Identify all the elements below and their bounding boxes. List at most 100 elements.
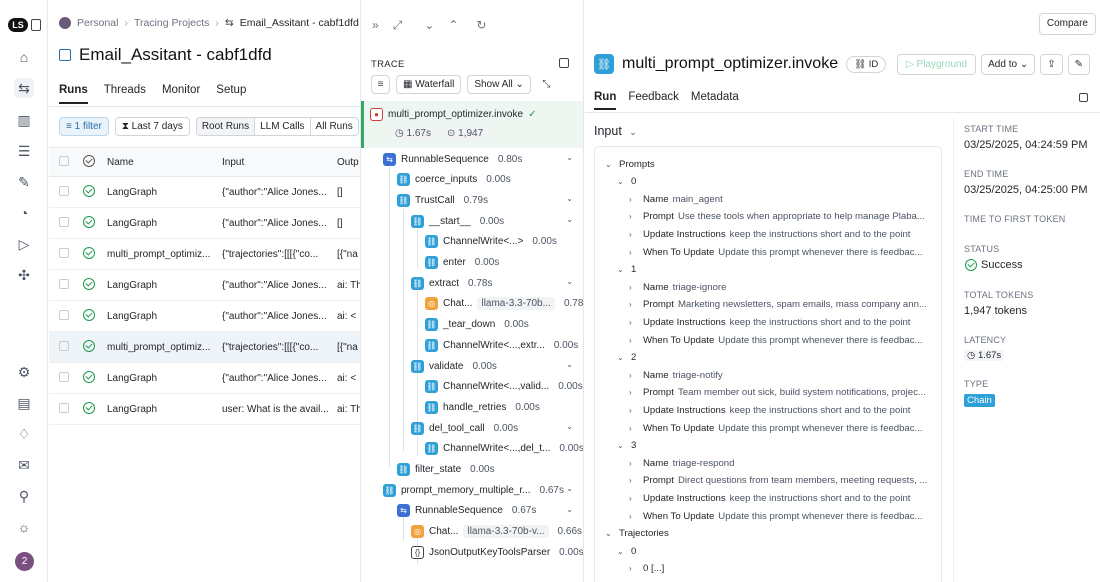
chevron-down-icon[interactable]: ⌄: [617, 177, 627, 186]
row-name[interactable]: LangGraph: [107, 176, 222, 208]
row-name[interactable]: LangGraph: [107, 207, 222, 239]
prompt-index-node[interactable]: ⌄ 3: [617, 437, 935, 455]
root-runs-option[interactable]: Root Runs: [196, 118, 256, 135]
user-avatar[interactable]: 2: [15, 552, 34, 571]
deployments-icon[interactable]: ✣: [14, 265, 34, 285]
chevron-down-icon[interactable]: ⌄: [566, 194, 573, 203]
add-to-button[interactable]: Add to ⌄: [981, 54, 1036, 75]
trace-node[interactable]: ⛓ coerce_inputs 0.00s: [397, 170, 511, 190]
column-header-name[interactable]: Name: [107, 147, 222, 177]
row-checkbox[interactable]: [59, 247, 69, 258]
prompt-index-node[interactable]: ⌄ 0: [617, 173, 935, 191]
prompt-field-prompt[interactable]: › Prompt Use these tools when appropriate …: [629, 208, 935, 226]
trajectory-index-node[interactable]: ⌄ 0: [617, 542, 935, 560]
trace-root-node[interactable]: ● multi_prompt_optimizer.invoke ✓ ◷ 1.67…: [361, 101, 583, 148]
prompt-field-when-to-update[interactable]: › When To Update Update this prompt whenev…: [629, 419, 935, 437]
prompt-field-name[interactable]: › Name triage-ignore: [629, 278, 935, 296]
show-all-dropdown[interactable]: Show All ⌄: [467, 75, 531, 94]
chevron-right-icon[interactable]: ›: [629, 318, 639, 327]
compare-button[interactable]: Compare: [1038, 13, 1096, 35]
trace-node[interactable]: ⛓ validate 0.00s: [411, 356, 497, 376]
prompt-field-prompt[interactable]: › Prompt Team member out sick, build syste…: [629, 384, 935, 402]
row-checkbox[interactable]: [59, 216, 69, 227]
chevron-right-icon[interactable]: ›: [629, 195, 639, 204]
column-header-input[interactable]: Input: [222, 147, 337, 177]
expand-icon[interactable]: ⤢: [393, 18, 403, 33]
annotation-icon[interactable]: ✎: [14, 172, 34, 192]
trace-node[interactable]: ⇆ RunnableSequence 0.67s: [397, 501, 536, 521]
row-name[interactable]: LangGraph: [107, 362, 222, 394]
prompt-field-update-instructions[interactable]: › Update Instructions keep the instruction…: [629, 313, 935, 331]
chevron-right-icon[interactable]: ›: [629, 476, 639, 485]
chevron-right-icon[interactable]: ›: [629, 424, 639, 433]
chevron-down-icon[interactable]: ⌄: [617, 547, 627, 556]
table-row[interactable]: LangGraph {"author":"Alice Jones... ai: <: [49, 300, 360, 332]
prompt-field-when-to-update[interactable]: › When To Update Update this prompt whenev…: [629, 507, 935, 525]
home-icon[interactable]: ⌂: [14, 47, 34, 67]
breadcrumb-section[interactable]: Tracing Projects: [134, 17, 209, 29]
chevron-down-icon[interactable]: ⌄: [605, 529, 615, 538]
date-range-button[interactable]: ⧗ Last 7 days: [114, 117, 190, 136]
row-name[interactable]: multi_prompt_optimiz...: [107, 331, 222, 363]
row-checkbox[interactable]: [59, 371, 69, 382]
trace-node[interactable]: ⇆ RunnableSequence 0.80s: [383, 149, 522, 169]
mail-icon[interactable]: ✉: [14, 455, 34, 475]
playground-button[interactable]: ▷ Playground: [897, 54, 977, 75]
chevron-down-icon[interactable]: ⌄: [605, 160, 615, 169]
table-row[interactable]: LangGraph {"author":"Alice Jones...[]: [49, 176, 360, 208]
trace-node[interactable]: ⛓ del_tool_call 0.00s: [411, 418, 518, 438]
prompt-field-update-instructions[interactable]: › Update Instructions keep the instruction…: [629, 225, 935, 243]
chevron-right-icon[interactable]: ›: [629, 512, 639, 521]
trace-node[interactable]: ⛓ ChannelWrite<...,extr... 0.00s: [425, 335, 578, 355]
llm-calls-option[interactable]: LLM Calls: [255, 118, 311, 135]
row-name[interactable]: LangGraph: [107, 269, 222, 301]
settings-icon[interactable]: ⚙: [14, 362, 34, 382]
tab-threads[interactable]: Threads: [104, 84, 146, 104]
chevron-down-icon[interactable]: ⌄: [566, 484, 573, 493]
table-row[interactable]: LangGraph user: What is the avail... ai: T…: [49, 393, 360, 425]
chevron-right-icon[interactable]: ›: [629, 564, 639, 573]
waterfall-button[interactable]: ▦ Waterfall: [396, 75, 462, 94]
chevron-up-icon[interactable]: ⌃: [448, 18, 458, 33]
trajectory-item[interactable]: › 0 [...]: [629, 560, 935, 578]
tracing-projects-icon[interactable]: ⇆: [14, 78, 34, 98]
tab-run[interactable]: Run: [594, 91, 617, 110]
share-icon[interactable]: ⇪: [1040, 54, 1063, 75]
chevron-right-icon[interactable]: ›: [629, 283, 639, 292]
invite-user-icon[interactable]: ⚲: [14, 486, 34, 506]
trace-node[interactable]: ◎ Chat... llama-3.3-70b-v... 0.66s: [411, 522, 582, 542]
row-checkbox[interactable]: [59, 340, 69, 351]
all-runs-option[interactable]: All Runs: [311, 118, 358, 135]
table-row[interactable]: LangGraph {"author":"Alice Jones... ai: <: [49, 362, 360, 394]
prompt-field-name[interactable]: › Name triage-notify: [629, 366, 935, 384]
chevron-down-icon[interactable]: ⌄: [424, 18, 434, 33]
chevron-right-icon[interactable]: ›: [629, 300, 639, 309]
trace-node[interactable]: ⛓ prompt_memory_multiple_r... 0.67s: [383, 480, 564, 500]
trace-node[interactable]: ⛓ _tear_down 0.00s: [425, 315, 529, 335]
chevron-down-icon[interactable]: ⌄: [566, 422, 573, 431]
prompt-field-when-to-update[interactable]: › When To Update Update this prompt whenev…: [629, 243, 935, 261]
trace-node[interactable]: ◎ Chat... llama-3.3-70b... 0.78s: [425, 294, 583, 314]
panel-toggle-icon[interactable]: [559, 58, 569, 68]
trace-node[interactable]: ⛓ ChannelWrite<...> 0.00s: [425, 232, 557, 252]
breadcrumb-org[interactable]: Personal: [77, 17, 118, 29]
tab-feedback[interactable]: Feedback: [628, 91, 679, 110]
chevron-down-icon[interactable]: ⌄: [617, 353, 627, 362]
chevron-down-icon[interactable]: ⌄: [566, 277, 573, 286]
tab-monitor[interactable]: Monitor: [162, 84, 200, 104]
theme-icon[interactable]: ☼: [14, 517, 34, 537]
trajectory-item[interactable]: ›1 Always sign your email `Plaban Nayak-…: [629, 577, 935, 582]
docs-icon[interactable]: ▤: [14, 393, 34, 413]
chevron-down-icon[interactable]: ⌄: [566, 505, 573, 514]
row-checkbox[interactable]: [59, 402, 69, 413]
chevron-down-icon[interactable]: ⌄: [566, 360, 573, 369]
prompt-field-name[interactable]: › Name triage-respond: [629, 454, 935, 472]
edit-icon[interactable]: ✎: [1067, 54, 1090, 75]
prompt-field-update-instructions[interactable]: › Update Instructions keep the instruction…: [629, 489, 935, 507]
split-view-icon[interactable]: [1079, 93, 1088, 102]
row-name[interactable]: LangGraph: [107, 393, 222, 425]
chevron-right-icon[interactable]: ›: [629, 248, 639, 257]
table-row[interactable]: LangGraph {"author":"Alice Jones... ai: Th: [49, 269, 360, 301]
chevron-right-icon[interactable]: ›: [629, 406, 639, 415]
prompts-node[interactable]: ⌄ Prompts: [605, 155, 935, 173]
